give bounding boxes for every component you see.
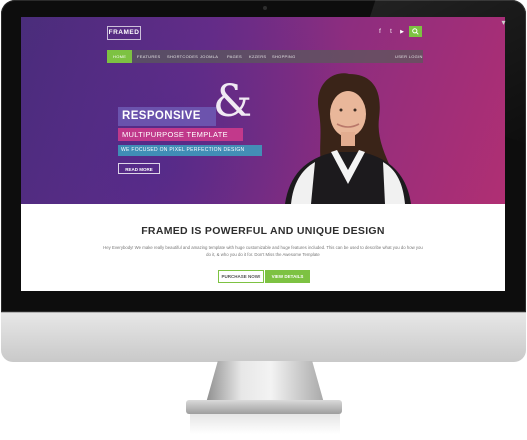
nav-item-features[interactable]: FEATURES	[137, 50, 160, 63]
intro-paragraph: Hey Everybody! We make really beautiful …	[103, 245, 423, 257]
hero-woman-photo	[285, 73, 411, 204]
youtube-icon[interactable]: ▶	[397, 27, 407, 37]
user-login-link[interactable]: USER LOGIN	[395, 50, 423, 63]
camera-icon	[263, 6, 267, 10]
monitor-chin	[1, 312, 526, 362]
view-details-button[interactable]: VIEW DETAILS	[265, 270, 310, 283]
hero-tagline: WE FOCUSED ON PIXEL PERFECTION DESIGN	[118, 145, 262, 156]
nav-item-joomla[interactable]: JOOMLA	[200, 50, 218, 63]
nav-item-shopping[interactable]: SHOPPING	[272, 50, 296, 63]
nav-item-home[interactable]: HOME	[107, 50, 133, 63]
intro-section: FRAMED IS POWERFUL AND UNIQUE DESIGN Hey…	[21, 204, 505, 291]
website-screen: FRAMED f t ▶ HOME FEATURES SHORTCODES JO…	[21, 17, 505, 291]
nav-item-k2zers[interactable]: K2ZERS	[249, 50, 266, 63]
imac-mockup: FRAMED f t ▶ HOME FEATURES SHORTCODES JO…	[0, 0, 527, 440]
hero-banner: FRAMED f t ▶ HOME FEATURES SHORTCODES JO…	[21, 17, 505, 204]
search-icon	[412, 28, 419, 35]
nav-item-pages[interactable]: PAGES	[227, 50, 242, 63]
monitor-stand	[206, 361, 324, 403]
hero-ampersand: &	[213, 76, 253, 127]
hero-headline: RESPONSIVE	[118, 107, 216, 126]
nav-item-shortcodes[interactable]: SHORTCODES	[167, 50, 198, 63]
twitter-icon[interactable]: t	[386, 27, 396, 37]
monitor-base	[186, 400, 342, 414]
intro-title: FRAMED IS POWERFUL AND UNIQUE DESIGN	[141, 225, 385, 237]
search-button[interactable]	[409, 26, 422, 37]
purchase-now-button[interactable]: PURCHASE NOW!	[218, 270, 264, 283]
main-navigation: HOME FEATURES SHORTCODES JOOMLA PAGES K2…	[107, 50, 423, 63]
chevron-down-icon: ▾	[501, 18, 506, 27]
hero-subheadline: MULTIPURPOSE TEMPLATE	[118, 128, 243, 141]
facebook-icon[interactable]: f	[375, 27, 385, 37]
site-logo[interactable]: FRAMED	[107, 26, 141, 40]
read-more-button[interactable]: READ MORE	[118, 163, 160, 174]
